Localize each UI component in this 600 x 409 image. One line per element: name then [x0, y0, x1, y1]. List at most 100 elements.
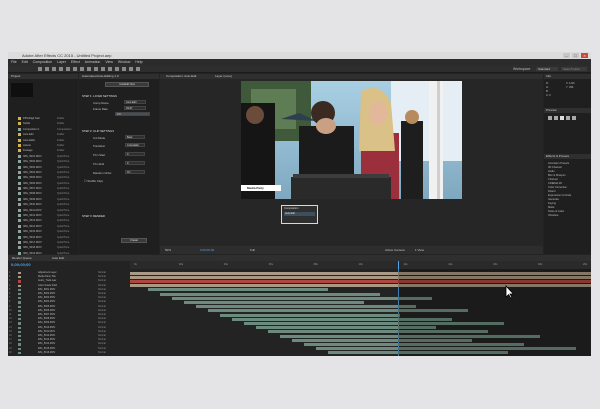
tab-preview[interactable]: Preview: [546, 108, 557, 113]
layer-duration-bar[interactable]: [148, 288, 328, 292]
effects-category[interactable]: Color Correction: [548, 186, 567, 189]
layer-mode[interactable]: Normal: [98, 351, 106, 355]
workspace-select[interactable]: Standard: [536, 67, 558, 71]
tab-layer[interactable]: Layer (none): [215, 74, 232, 79]
create-button[interactable]: Create: [121, 238, 147, 243]
layer-label-color[interactable]: [18, 326, 21, 329]
last-frame-icon[interactable]: [572, 116, 576, 120]
hand-tool-icon[interactable]: [52, 67, 56, 71]
popup-item[interactable]: Auto Edit: [284, 212, 315, 216]
layer-label-color[interactable]: [18, 330, 21, 333]
zoom-tool-icon[interactable]: [59, 67, 63, 71]
timeline-timecode[interactable]: 0;00;00;00: [11, 262, 31, 268]
home-icon[interactable]: [38, 67, 42, 71]
random-order-select[interactable]: On: [125, 170, 145, 174]
time-ruler[interactable]: 0s 02s 04s 06s 08s 10s 12s 14s 16s 18s 20s: [130, 261, 591, 356]
shape-tool-icon[interactable]: [87, 67, 91, 71]
item-label-color: [18, 117, 21, 120]
effects-category[interactable]: Blur & Sharpen: [548, 174, 566, 177]
layer-duration-bar[interactable]: [196, 305, 416, 309]
cut-mode-select[interactable]: Beat: [125, 135, 145, 139]
roto-brush-icon[interactable]: [129, 67, 133, 71]
clip-duration-input[interactable]: 2.0: [115, 112, 150, 116]
layer-label-color[interactable]: [18, 322, 21, 325]
zoom-select[interactable]: 50%: [165, 246, 171, 254]
previous-frame-icon[interactable]: [554, 116, 558, 120]
frame-rate-input[interactable]: 29.97: [124, 106, 146, 110]
layer-label-color[interactable]: [18, 343, 21, 346]
layer-label-color[interactable]: [18, 335, 21, 338]
layer-label-color[interactable]: [18, 280, 21, 283]
ruler-tick-label: 02s: [178, 263, 184, 266]
minimize-button[interactable]: –: [563, 53, 570, 58]
effects-category[interactable]: Matte: [548, 206, 555, 209]
layer-label-color[interactable]: [18, 284, 21, 287]
layer-duration-bar[interactable]: [160, 292, 380, 296]
layer-label-color[interactable]: [18, 305, 21, 308]
layer-label-color[interactable]: [18, 301, 21, 304]
effects-category[interactable]: Animation Presets: [548, 162, 569, 165]
effects-category[interactable]: Noise & Grain: [548, 210, 564, 213]
layer-label-color[interactable]: [18, 339, 21, 342]
tab-auto-edit-comp[interactable]: Auto Edit: [52, 255, 64, 261]
effects-category[interactable]: Channel: [548, 178, 558, 181]
viewer-timecode[interactable]: 0;00;00;00: [200, 246, 214, 254]
effects-category[interactable]: CINEMA 4D: [548, 182, 562, 185]
camera-view-select[interactable]: Active Camera: [385, 246, 405, 254]
layer-label-color[interactable]: [18, 309, 21, 312]
tab-auto-edit[interactable]: Automated Auto-Editing 1.0: [82, 74, 119, 79]
transition-select[interactable]: Crossfade: [125, 143, 145, 147]
effects-category[interactable]: Generate: [548, 198, 559, 201]
maximize-button[interactable]: □: [572, 53, 579, 58]
play-icon[interactable]: [560, 116, 564, 120]
layer-duration-bar[interactable]: [220, 313, 400, 317]
comp-name-input[interactable]: Auto Edit: [124, 100, 146, 104]
brush-tool-icon[interactable]: [108, 67, 112, 71]
autoedit-now-button[interactable]: AutoEdit Now: [105, 82, 149, 87]
trim-end-input[interactable]: 0: [125, 161, 145, 165]
composition-viewer[interactable]: Media Party: [241, 81, 462, 199]
eraser-tool-icon[interactable]: [122, 67, 126, 71]
effects-category[interactable]: Audio: [548, 170, 555, 173]
type-tool-icon[interactable]: [101, 67, 105, 71]
clone-tool-icon[interactable]: [115, 67, 119, 71]
pan-behind-tool-icon[interactable]: [80, 67, 84, 71]
tab-composition[interactable]: Composition: Auto Edit: [166, 74, 196, 79]
layer-label-color[interactable]: [18, 297, 21, 300]
pen-tool-icon[interactable]: [94, 67, 98, 71]
close-button[interactable]: ×: [581, 53, 588, 58]
tab-project[interactable]: Project: [11, 74, 20, 79]
resolution-select[interactable]: Full: [250, 246, 255, 254]
effects-category[interactable]: 3D Channel: [548, 166, 562, 169]
layer-duration-bar[interactable]: [184, 300, 364, 305]
next-frame-icon[interactable]: [566, 116, 570, 120]
layer-label-color[interactable]: [18, 314, 21, 317]
tab-effects-presets[interactable]: Effects & Presets: [546, 154, 569, 159]
layer-label-color[interactable]: [18, 318, 21, 321]
trim-start-input[interactable]: 0: [125, 152, 145, 156]
layer-duration-bar[interactable]: [172, 296, 432, 300]
track-area[interactable]: [130, 269, 591, 356]
layer-label-color[interactable]: [18, 272, 21, 275]
camera-tool-icon[interactable]: [73, 67, 77, 71]
tool-icons: [38, 67, 140, 71]
shuffle-clips-checkbox[interactable]: ☐ Shuffle Clips: [84, 179, 103, 183]
layer-label-color[interactable]: [18, 347, 21, 350]
first-frame-icon[interactable]: [548, 116, 552, 120]
tab-render-queue[interactable]: Render Queue: [12, 255, 32, 261]
layer-label-color[interactable]: [18, 351, 21, 354]
effects-category[interactable]: Distort: [548, 190, 556, 193]
rotate-tool-icon[interactable]: [66, 67, 70, 71]
layer-row[interactable]: 20 IMG_5016.MOV Normal: [8, 351, 128, 355]
layer-label-color[interactable]: [18, 276, 21, 279]
layer-label-color[interactable]: [18, 293, 21, 296]
puppet-tool-icon[interactable]: [136, 67, 140, 71]
selection-tool-icon[interactable]: [45, 67, 49, 71]
tab-info[interactable]: Info: [546, 74, 551, 79]
views-layout-select[interactable]: 1 View: [415, 246, 424, 254]
effects-category[interactable]: Expression Controls: [548, 194, 571, 197]
search-help-input[interactable]: Search Help: [561, 67, 587, 71]
effects-category[interactable]: Obsolete: [548, 214, 558, 217]
layer-label-color[interactable]: [18, 288, 21, 291]
effects-category[interactable]: Keying: [548, 202, 556, 205]
